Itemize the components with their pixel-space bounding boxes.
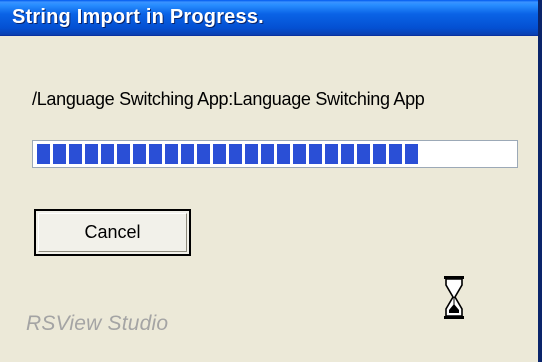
- hourglass-icon: [444, 276, 464, 319]
- cancel-button[interactable]: Cancel: [34, 209, 191, 256]
- progress-bar: [32, 140, 518, 168]
- import-path-label: /Language Switching App:Language Switchi…: [32, 89, 425, 109]
- import-progress-dialog: String Import in Progress. /Language Swi…: [0, 0, 542, 362]
- title-bar[interactable]: String Import in Progress.: [0, 0, 538, 36]
- progress-bar-fill: [37, 144, 418, 164]
- window-title: String Import in Progress.: [12, 6, 264, 28]
- brand-watermark: RSView Studio: [26, 312, 169, 335]
- cancel-button-label: Cancel: [38, 213, 187, 252]
